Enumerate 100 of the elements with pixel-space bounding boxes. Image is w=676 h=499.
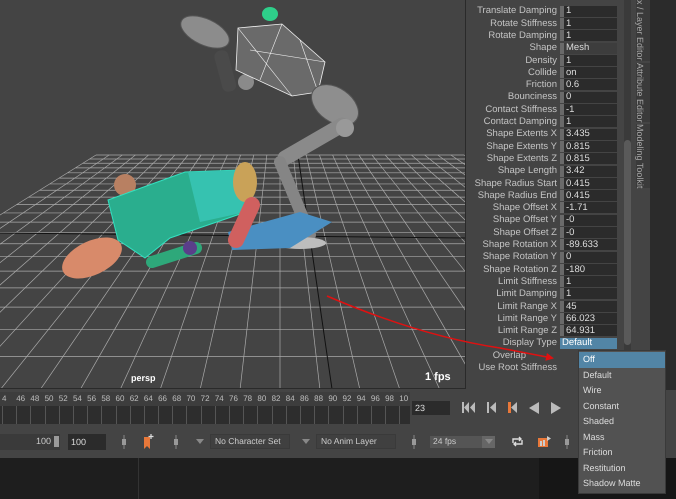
attribute-field[interactable]: -0 <box>560 214 617 226</box>
range-slider[interactable]: 100 <box>0 434 60 450</box>
attribute-dropdown[interactable]: Default <box>560 338 617 349</box>
play-icon[interactable] <box>551 402 561 414</box>
play-backward-icon[interactable] <box>529 402 539 414</box>
attribute-label: Friction <box>526 80 557 90</box>
frame-number: 72 <box>200 394 211 402</box>
frame-number: 10 <box>399 394 410 402</box>
side-tab[interactable]: Attribute Editor <box>636 62 650 122</box>
frame-number: 88 <box>314 394 324 402</box>
grip-icon[interactable] <box>412 434 416 448</box>
attribute-field[interactable]: 0.6 <box>560 79 617 90</box>
attribute-label: Contact Stiffness <box>485 104 557 114</box>
attribute-field[interactable]: 1 <box>560 116 617 128</box>
range-end-field[interactable]: 100 <box>68 434 106 450</box>
attribute-field[interactable]: -1.71 <box>560 202 617 214</box>
attribute-label: Shape Radius Start <box>474 178 557 188</box>
frame-number: 4 <box>2 394 8 402</box>
frame-number: 92 <box>342 394 352 402</box>
previous-key-icon[interactable] <box>508 402 517 413</box>
frame-number: 76 <box>229 394 239 402</box>
menu-item[interactable]: Shadow Matte <box>579 476 665 492</box>
attribute-field[interactable]: 0.415 <box>560 178 617 189</box>
side-tab[interactable]: Modeling Toolkit <box>636 124 650 188</box>
attribute-field[interactable]: 1 <box>560 6 617 17</box>
menu-item[interactable]: Off <box>579 352 665 368</box>
attribute-label: Shape Rotation Z <box>483 264 557 274</box>
fps-dropdown[interactable]: 24 fps <box>430 436 495 448</box>
attribute-field[interactable]: 0.415 <box>560 190 617 202</box>
timeline-ruler[interactable]: 4 46 48 50 52 54 56 58 60 62 64 66 68 70 72 74 76 78 80 82 84 86 88 90 92 94 96 98 10 <box>0 392 410 424</box>
character-set-field[interactable]: No Character Set <box>210 434 290 449</box>
playblast-icon[interactable] <box>538 436 551 447</box>
attribute-field[interactable]: -0 <box>560 226 617 238</box>
attribute-field[interactable]: 64.931 <box>560 325 617 336</box>
attribute-field[interactable]: -89.633 <box>560 239 617 250</box>
frame-number: 82 <box>272 394 282 402</box>
frame-number: 90 <box>328 394 338 402</box>
skip-to-start-icon[interactable] <box>462 402 475 413</box>
step-back-icon[interactable] <box>487 402 496 413</box>
loop-icon[interactable] <box>511 436 524 447</box>
menu-item[interactable]: Friction <box>579 445 665 460</box>
attribute-label: Limit Damping <box>496 289 557 299</box>
grip-icon[interactable] <box>565 434 569 448</box>
attribute-field[interactable]: 3.42 <box>560 166 617 176</box>
frame-number: 84 <box>286 394 296 402</box>
attribute-label: Shape Length <box>498 166 557 176</box>
attribute-label: Use Root Stiffness <box>478 363 557 372</box>
attribute-field[interactable]: 0.815 <box>560 153 617 164</box>
bookmark-icon[interactable] <box>144 434 154 449</box>
frame-number: 60 <box>116 394 126 402</box>
grip-icon[interactable] <box>122 434 126 448</box>
scrollbar-thumb[interactable] <box>624 140 630 345</box>
frame-number: 74 <box>214 394 225 402</box>
3d-viewport[interactable]: persp 1 fps <box>0 0 466 389</box>
attribute-field[interactable]: 0 <box>560 92 617 103</box>
attribute-field[interactable]: 0 <box>560 252 617 263</box>
caret-icon[interactable] <box>196 439 204 444</box>
frame-number: 58 <box>101 394 112 402</box>
attribute-field[interactable]: 66.023 <box>560 313 617 324</box>
menu-item[interactable]: Wire <box>579 383 665 398</box>
attribute-label: Collide <box>528 68 557 78</box>
attribute-field[interactable]: on <box>560 67 617 78</box>
frame-number: 98 <box>385 394 395 402</box>
menu-item[interactable]: Constant <box>579 398 665 414</box>
attribute-label: Shape Offset Y <box>492 215 557 225</box>
frame-number: 80 <box>257 394 268 402</box>
attribute-label: Limit Range Y <box>498 314 557 324</box>
camera-label: persp <box>131 374 156 383</box>
menu-item[interactable]: Restitution <box>579 460 665 476</box>
caret-icon[interactable] <box>302 439 310 444</box>
frame-number: 50 <box>44 394 54 402</box>
attribute-field[interactable]: 3.435 <box>560 128 617 140</box>
attribute-label: Overlap <box>492 350 526 360</box>
attribute-field[interactable]: 1 <box>560 18 617 29</box>
attribute-field[interactable]: -1 <box>560 104 617 116</box>
frame-number: 94 <box>356 394 367 402</box>
current-frame-field[interactable]: 23 <box>412 400 450 414</box>
attribute-field[interactable]: 1 <box>560 54 617 66</box>
attribute-label: Limit Range X <box>497 302 557 312</box>
menu-item[interactable]: Default <box>579 368 665 383</box>
attribute-field[interactable]: -180 <box>560 264 617 275</box>
attribute-label: Shape Extents X <box>486 129 557 139</box>
side-tab[interactable]: x / Layer Editor <box>636 0 650 61</box>
anim-layer-field[interactable]: No Anim Layer <box>316 434 396 449</box>
frame-number: 70 <box>186 394 196 402</box>
menu-item[interactable]: Shaded <box>579 414 665 430</box>
frame-number: 62 <box>130 394 140 402</box>
attribute-label: Rotate Stiffness <box>490 18 557 28</box>
attribute-label: Shape Extents Z <box>486 154 557 164</box>
attribute-field[interactable]: 0.815 <box>560 140 617 152</box>
attribute-field[interactable]: 45 <box>560 300 617 312</box>
attribute-field[interactable]: 1 <box>560 30 617 42</box>
frame-number: 64 <box>144 394 154 402</box>
menu-item[interactable]: Mass <box>579 430 665 445</box>
attribute-field[interactable]: 1 <box>560 288 617 300</box>
attribute-label: Contact Damping <box>484 117 557 127</box>
attribute-label: Shape Radius End <box>478 190 557 200</box>
grip-icon[interactable] <box>174 434 178 448</box>
attribute-field[interactable]: Mesh <box>560 42 617 54</box>
attribute-field[interactable]: 1 <box>560 276 617 288</box>
